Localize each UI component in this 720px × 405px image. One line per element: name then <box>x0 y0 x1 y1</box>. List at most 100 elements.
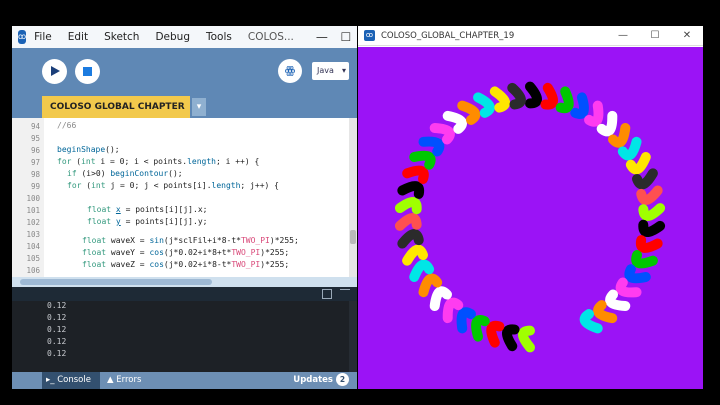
code-line-99: for (int j = 0; j < points[i].length; j+… <box>67 181 279 190</box>
code-token: cos <box>149 248 164 257</box>
sketch-window: ꝏ COLOSO_GLOBAL_CHAPTER_19 — ☐ ✕ <box>358 26 703 389</box>
console-line: 0.12 <box>47 325 67 334</box>
ring-squiggle <box>471 315 490 342</box>
line-number: 104 <box>26 242 40 251</box>
status-bar: ▸_ Console ▲ Errors Updates 2 <box>12 372 357 389</box>
code-line-94: //66 <box>57 121 77 130</box>
code-token: length <box>211 181 241 190</box>
errors-tab[interactable]: ▲ Errors <box>107 372 141 389</box>
code-token: length <box>187 157 216 166</box>
ring-squiggle <box>540 82 558 110</box>
line-number-gutter: 94 95 96 97 98 99 100 101 102 103 104 10… <box>12 118 44 285</box>
tab-menu-button[interactable]: ▾ <box>192 98 206 116</box>
minimize-button[interactable]: — <box>310 30 334 44</box>
editor-vertical-scrollbar[interactable] <box>349 118 357 277</box>
scrollbar-thumb[interactable] <box>20 279 212 285</box>
errors-tab-label: Errors <box>116 375 142 385</box>
code-token: (j*0.02+i*8-t* <box>163 260 232 269</box>
menu-debug[interactable]: Debug <box>155 31 190 43</box>
ring-squiggle <box>486 320 505 348</box>
code-token: ( <box>81 181 92 190</box>
line-number: 95 <box>30 134 40 143</box>
code-line-105: float waveY = cos(j*0.02+i*8+t*TWO_PI)*2… <box>82 248 289 257</box>
menu-file[interactable]: File <box>34 31 52 43</box>
updates-button[interactable]: Updates 2 <box>293 372 349 389</box>
stop-button[interactable] <box>75 59 100 84</box>
code-token: = points[i][j].y; <box>120 217 208 226</box>
minimize-button[interactable]: — <box>607 30 639 41</box>
sketch-window-title: COLOSO_GLOBAL_CHAPTER_19 <box>381 30 515 41</box>
code-token: float <box>82 260 107 269</box>
ring-squiggle <box>397 181 425 199</box>
console-tab[interactable]: ▸_ Console <box>42 372 100 389</box>
code-token: float <box>87 205 112 214</box>
ring-squiggle <box>394 197 422 215</box>
console-line: 0.12 <box>47 301 67 310</box>
code-editor[interactable]: 94 95 96 97 98 99 100 101 102 103 104 10… <box>12 118 357 285</box>
code-token: int <box>91 181 106 190</box>
processing-logo-icon: ꝏ <box>18 30 27 44</box>
ring-squiggle <box>402 165 429 184</box>
code-token: (); <box>105 145 120 154</box>
code-line-97: for (int i = 0; i < points.length; i ++)… <box>57 157 259 166</box>
code-token: for <box>57 157 72 166</box>
ring-squiggle <box>409 150 436 170</box>
code-line-102: float y = points[i][j].y; <box>87 217 207 226</box>
console-scrollbar[interactable] <box>349 301 357 372</box>
maximize-button[interactable]: ☐ <box>639 30 671 41</box>
ring-squiggle <box>418 136 445 157</box>
code-token: (); <box>168 169 183 178</box>
line-number: 106 <box>26 266 40 275</box>
code-token: float <box>82 236 107 245</box>
sketch-canvas[interactable] <box>358 47 703 389</box>
editor-horizontal-scrollbar[interactable] <box>12 277 357 287</box>
ring-squiggle <box>394 213 422 231</box>
updates-label: Updates <box>293 375 333 385</box>
ring-squiggle <box>518 325 535 353</box>
code-token: (j*0.02+i*8+t* <box>163 248 232 257</box>
code-token: )*255; <box>260 260 290 269</box>
scrollbar-thumb[interactable] <box>350 230 356 244</box>
code-token: ; i ++) { <box>215 157 260 166</box>
ring-squiggle <box>402 244 428 266</box>
code-token: beginShape <box>57 145 106 154</box>
code-token: )*255; <box>269 236 299 245</box>
code-token: TWO_PI <box>231 260 261 269</box>
butterfly-icon[interactable]: ꙮ <box>278 59 302 83</box>
code-token: waveX = <box>106 236 150 245</box>
code-token: TWO_PI <box>240 236 270 245</box>
code-token: )*255; <box>260 248 290 257</box>
console-line: 0.12 <box>47 337 67 346</box>
clear-console-icon[interactable] <box>340 289 350 299</box>
code-line-106: float waveZ = cos(j*0.02+i*8-t*TWO_PI)*2… <box>82 260 289 269</box>
window-title: COLOS... <box>247 31 294 43</box>
code-token: (j*sclFil+i*8-t* <box>163 236 241 245</box>
menu-edit[interactable]: Edit <box>68 31 88 43</box>
code-token: i = 0; i < points. <box>95 157 188 166</box>
copy-icon[interactable] <box>322 289 332 299</box>
run-button[interactable] <box>42 59 67 84</box>
line-number: 100 <box>26 194 40 203</box>
menu-sketch[interactable]: Sketch <box>104 31 139 43</box>
code-token: beginContour <box>110 169 169 178</box>
ring-squiggle <box>624 264 651 284</box>
line-number: 101 <box>26 206 40 215</box>
ring-squiggle <box>502 324 520 352</box>
code-line-96: beginShape(); <box>57 145 120 154</box>
code-token: (i>0) <box>76 169 111 178</box>
mode-select[interactable]: Java <box>312 62 349 80</box>
tab-sketch[interactable]: COLOSO GLOBAL CHAPTER 19 <box>42 96 190 134</box>
code-token: cos <box>149 260 164 269</box>
close-button[interactable]: ✕ <box>671 30 703 41</box>
line-number: 103 <box>26 230 40 239</box>
ring-squiggle <box>473 92 495 118</box>
menu-tools[interactable]: Tools <box>206 31 232 43</box>
processing-ide-window: ꝏ File Edit Sketch Debug Tools COLOS... … <box>12 26 357 389</box>
tab-bar: COLOSO GLOBAL CHAPTER 19 ▾ <box>12 96 357 134</box>
ide-toolbar: ꙮ Java <box>12 48 357 96</box>
maximize-button[interactable]: ☐ <box>334 30 357 44</box>
code-token: ( <box>71 157 82 166</box>
ring-squiggle <box>638 219 666 237</box>
console-output[interactable]: 0.12 0.12 0.12 0.12 0.12 <box>12 301 357 372</box>
ring-squiggle <box>570 92 589 119</box>
